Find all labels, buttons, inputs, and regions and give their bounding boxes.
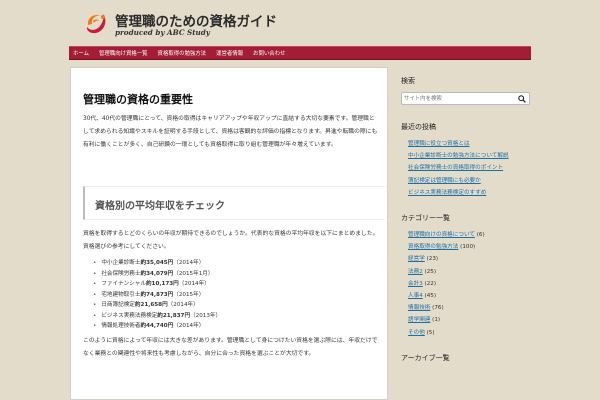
category-count: (100) [460, 244, 476, 251]
nav-item-qualification-list[interactable]: 管理職向け資格一覧 [99, 49, 148, 57]
category-link[interactable]: その他 [408, 330, 425, 336]
list-item: 簿記検定は管理職にも必要か [408, 175, 531, 187]
list-item: 日商簿記検定約21,658円（2014年） [93, 300, 221, 311]
category-count: (1) [432, 317, 441, 324]
category-count: (5) [426, 329, 435, 336]
nav-item-home[interactable]: ホーム [73, 49, 89, 57]
archive-title: アーカイブ一覧 [401, 353, 450, 362]
list-item: ビジネス実務法務検定約21,837円（2013年） [93, 311, 221, 322]
recent-post-link[interactable]: 社会保険労務士の資格取得のポイント [408, 165, 503, 171]
main-navigation: ホーム 管理職向け資格一覧 資格取得の勉強方法 運営者情報 お問い合わせ [69, 46, 531, 60]
list-item: 情報処理技術者約44,740円（2014年） [93, 321, 221, 332]
site-logo-icon[interactable] [83, 10, 109, 36]
category-link[interactable]: 人事4 [408, 293, 423, 299]
search-widget-title: 検索 [401, 77, 415, 85]
categories-title: カテゴリー一覧 [401, 214, 450, 223]
list-item: 語学関連 (1) [408, 314, 531, 326]
list-item: 経営学 (23) [408, 253, 531, 265]
category-count: (45) [424, 293, 437, 300]
salary-list: 中小企業診断士約35,045円（2014年） 社会保険労務士約34,079円（2… [93, 258, 221, 332]
list-item: 資格取得の勉強方法 (100) [408, 241, 531, 253]
search-icon[interactable] [517, 94, 527, 103]
category-count: (6) [476, 232, 485, 239]
nav-item-about[interactable]: 運営者情報 [216, 49, 243, 57]
list-item: ファイナンシャル約10,173円（2014年） [93, 279, 221, 290]
site-header: 管理職のための資格ガイド produced by ABC Study [83, 8, 523, 42]
list-item: 会計3 (22) [408, 278, 531, 290]
list-item: 人事4 (45) [408, 290, 531, 302]
recent-post-link[interactable]: 簿記検定は管理職にも必要か [408, 178, 481, 184]
category-link[interactable]: 経営学 [408, 256, 425, 262]
nav-item-study-methods[interactable]: 資格取得の勉強方法 [158, 49, 207, 57]
nav-item-contact[interactable]: お問い合わせ [253, 49, 285, 57]
category-link[interactable]: 情報技術 [408, 305, 430, 311]
list-item: 宅地建物取引士約74,873円（2015年） [93, 290, 221, 301]
list-item: 中小企業診断士約35,045円（2014年） [93, 258, 221, 269]
category-count: (22) [424, 280, 437, 287]
recent-post-link[interactable]: 管理職に役立つ資格とは [408, 141, 470, 147]
category-count: (23) [426, 256, 439, 263]
list-item: 社会保険労務士約34,079円（2015年1月） [93, 269, 221, 280]
intro-paragraph: 30代、40代の管理職にとって、資格の取得はキャリアアップや年収アップに直結する… [83, 116, 378, 148]
category-link[interactable]: 語学関連 [408, 317, 430, 323]
list-item: 情報技術 (76) [408, 302, 531, 314]
article-title: 管理職の資格の重要性 [83, 93, 193, 106]
recent-posts-title: 最近の投稿 [401, 123, 436, 131]
list-item: 管理職向けの資格について (6) [408, 229, 531, 241]
category-count: (25) [424, 268, 437, 275]
category-count: (76) [432, 305, 444, 312]
search-box [401, 92, 530, 105]
section-heading-box: 資格別の平均年収をチェック [83, 186, 385, 220]
site-tagline: produced by ABC Study [115, 28, 210, 37]
list-item: その他 (5) [408, 327, 531, 339]
list-item: 管理職に役立つ資格とは [408, 138, 531, 150]
category-link[interactable]: 法務2 [408, 269, 423, 275]
section-title: 資格別の平均年収をチェック [95, 201, 225, 212]
list-item: 中小企業診断士の勉強方法について解説 [408, 150, 531, 162]
sidebar: 検索 最近の投稿 管理職に役立つ資格とは 中小企業診断士の勉強方法について解説 … [401, 76, 531, 369]
site-title[interactable]: 管理職のための資格ガイド [115, 10, 277, 30]
recent-post-link[interactable]: 中小企業診断士の勉強方法について解説 [408, 153, 509, 159]
salary-intro-paragraph: 資格を取得するとどのくらいの年収が期待できるのでしょうか。代表的な資格の平均年収… [83, 231, 379, 250]
list-item: 法務2 (25) [408, 266, 531, 278]
category-link[interactable]: 管理職向けの資格について [408, 232, 475, 238]
list-item: 社会保険労務士の資格取得のポイント [408, 162, 531, 174]
closing-paragraph: このように資格によって年収には大きな差があります。管理職として身につけたい資格を… [83, 338, 378, 357]
search-input[interactable] [404, 94, 514, 103]
category-link[interactable]: 会計3 [408, 281, 423, 287]
categories-list: 管理職向けの資格について (6) 資格取得の勉強方法 (100) 経営学 (23… [401, 229, 531, 339]
main-content: 管理職の資格の重要性 30代、40代の管理職にとって、資格の取得はキャリアアップ… [70, 67, 388, 400]
recent-posts-list: 管理職に役立つ資格とは 中小企業診断士の勉強方法について解説 社会保険労務士の資… [401, 138, 531, 199]
list-item: ビジネス実務法務検定のすすめ [408, 187, 531, 199]
category-link[interactable]: 資格取得の勉強方法 [408, 244, 458, 250]
recent-post-link[interactable]: ビジネス実務法務検定のすすめ [408, 190, 486, 196]
